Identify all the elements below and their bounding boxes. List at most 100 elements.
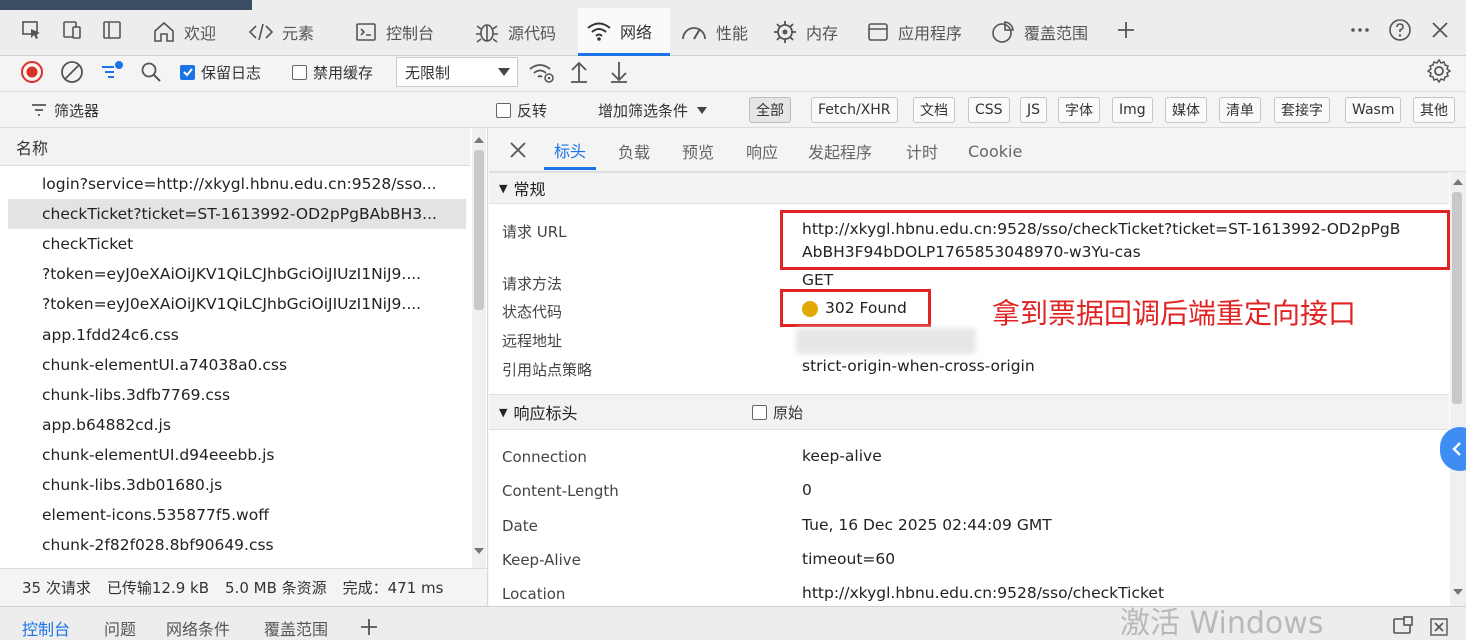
header-value: timeout=60 <box>802 550 896 568</box>
throttling-select[interactable]: 无限制 <box>396 57 518 87</box>
tab-performance[interactable]: 性能 <box>672 8 756 56</box>
filter-type-fetch-xhr[interactable]: Fetch/XHR <box>811 97 898 123</box>
drawer-tab-coverage[interactable]: 覆盖范围 <box>264 616 328 640</box>
tab-headers[interactable]: 标头 <box>544 132 597 170</box>
inspect-element-icon[interactable] <box>18 16 46 44</box>
general-section-header[interactable]: ▼ 常规 <box>489 172 1449 204</box>
request-count: 35 次请求 <box>22 579 91 597</box>
wifi-settings-icon <box>529 64 554 83</box>
filter-type-font[interactable]: 字体 <box>1058 97 1100 123</box>
tab-application[interactable]: 应用程序 <box>858 8 970 56</box>
more-options-icon[interactable] <box>1346 16 1374 44</box>
preserve-log-checkbox[interactable]: 保留日志 <box>180 59 261 85</box>
request-row[interactable]: chunk-libs.3dfb7769.css <box>8 380 466 410</box>
close-devtools-icon[interactable] <box>1426 16 1454 44</box>
filter-type-other[interactable]: 其他 <box>1413 97 1455 123</box>
filter-type-wasm[interactable]: Wasm <box>1345 97 1402 123</box>
tab-preview[interactable]: 预览 <box>672 132 724 170</box>
close-drawer-icon[interactable] <box>1430 618 1448 636</box>
detail-scroll-thumb[interactable] <box>1452 192 1462 404</box>
filter-toggle-button[interactable] <box>100 58 126 84</box>
upload-icon <box>571 61 587 83</box>
invert-checkbox[interactable]: 反转 <box>496 97 547 123</box>
record-button[interactable] <box>20 59 44 85</box>
dock-sidebar-icon[interactable] <box>98 16 126 44</box>
drawer-tab-network-conditions[interactable]: 网络条件 <box>166 616 230 640</box>
request-row[interactable]: chunk-elementUI.a74038a0.css <box>8 350 466 380</box>
scroll-up-arrow-icon[interactable] <box>473 136 485 144</box>
windows-activation-watermark: 激活 Windows <box>1120 606 1324 640</box>
download-icon <box>611 62 627 83</box>
request-row[interactable]: chunk-libs.3db01680.js <box>8 470 466 500</box>
tab-payload[interactable]: 负载 <box>608 132 660 170</box>
request-url-key: 请求 URL <box>502 223 567 241</box>
search-button[interactable] <box>140 59 162 85</box>
request-list-scroll-thumb[interactable] <box>474 150 484 310</box>
code-icon <box>248 23 274 41</box>
more-filters-label: 增加筛选条件 <box>598 101 689 120</box>
tab-label: 欢迎 <box>184 24 217 43</box>
add-tab-icon[interactable] <box>1112 16 1140 44</box>
tab-label: 覆盖范围 <box>1024 24 1089 43</box>
checkbox-checked-icon <box>180 64 195 80</box>
scroll-up-arrow-icon[interactable] <box>1452 178 1464 186</box>
tab-initiator[interactable]: 发起程序 <box>798 132 882 170</box>
request-row[interactable]: chunk-2f82f028.8bf90649.css <box>8 530 466 560</box>
console-icon <box>356 23 376 41</box>
clear-button[interactable] <box>60 59 84 85</box>
tab-label: 网络 <box>620 22 653 42</box>
filter-type-img[interactable]: Img <box>1112 97 1153 123</box>
more-filters-dropdown[interactable]: 增加筛选条件 <box>598 97 708 123</box>
filter-type-all[interactable]: 全部 <box>749 97 791 123</box>
request-row[interactable]: checkTicket <box>8 229 466 259</box>
filter-type-manifest[interactable]: 清单 <box>1219 97 1261 123</box>
tab-elements[interactable]: 元素 <box>240 8 322 56</box>
tab-coverage[interactable]: 覆盖范围 <box>982 8 1096 56</box>
filter-type-js[interactable]: JS <box>1020 97 1048 123</box>
header-key: Content-Length <box>502 482 619 500</box>
disable-cache-checkbox[interactable]: 禁用缓存 <box>292 59 373 85</box>
network-conditions-button[interactable] <box>528 59 556 85</box>
request-row[interactable]: ?token=eyJ0eXAiOiJKV1QiLCJhbGciOiJIUzI1N… <box>8 289 466 319</box>
general-title: 常规 <box>513 180 546 199</box>
device-toolbar-icon[interactable] <box>58 16 86 44</box>
tab-cookies[interactable]: Cookie <box>958 132 1032 170</box>
request-row[interactable]: element-icons.535877f5.woff <box>8 500 466 530</box>
filter-type-websocket[interactable]: 套接字 <box>1274 97 1330 123</box>
request-row[interactable]: chunk-elementUI.d94eeebb.js <box>8 440 466 470</box>
request-row[interactable]: app.1fdd24c6.css <box>8 320 466 350</box>
scroll-down-arrow-icon[interactable] <box>1452 588 1464 596</box>
import-har-button[interactable] <box>568 59 590 85</box>
request-row-selected[interactable]: checkTicket?ticket=ST-1613992-OD2pPgBAbB… <box>8 199 466 229</box>
raw-headers-checkbox[interactable]: 原始 <box>752 399 803 425</box>
filter-input[interactable]: 筛选器 <box>30 97 99 123</box>
help-icon[interactable] <box>1386 16 1414 44</box>
scroll-down-arrow-icon[interactable] <box>473 547 485 555</box>
gauge-icon <box>682 27 706 40</box>
tab-response[interactable]: 响应 <box>736 132 788 170</box>
request-row[interactable]: app.b64882cd.js <box>8 410 466 440</box>
tab-label: 性能 <box>716 24 749 43</box>
header-value: keep-alive <box>802 447 882 465</box>
filter-type-css[interactable]: CSS <box>968 97 1010 123</box>
close-detail-icon[interactable] <box>508 140 528 160</box>
request-row[interactable]: ?token=eyJ0eXAiOiJKV1QiLCJhbGciOiJIUzI1N… <box>8 259 466 289</box>
tab-welcome[interactable]: 欢迎 <box>144 8 224 56</box>
response-headers-section-header[interactable]: ▼ 响应标头 <box>489 394 1449 430</box>
request-row[interactable]: login?service=http://xkygl.hbnu.edu.cn:9… <box>8 169 466 199</box>
name-column-header[interactable]: 名称 <box>0 128 470 166</box>
tab-sources[interactable]: 源代码 <box>466 8 564 56</box>
add-drawer-tab-icon[interactable] <box>360 618 378 636</box>
tab-console[interactable]: 控制台 <box>346 8 442 56</box>
drawer-tab-issues[interactable]: 问题 <box>104 616 136 640</box>
tab-memory[interactable]: 内存 <box>764 8 846 56</box>
tab-network[interactable]: 网络 <box>578 8 670 56</box>
drawer-tab-console[interactable]: 控制台 <box>22 616 70 640</box>
filter-type-media[interactable]: 媒体 <box>1165 97 1207 123</box>
network-settings-button[interactable] <box>1426 58 1452 84</box>
dock-bottom-icon[interactable] <box>1392 616 1414 636</box>
tab-timing[interactable]: 计时 <box>896 132 948 170</box>
export-har-button[interactable] <box>608 59 630 85</box>
dropdown-caret-icon <box>498 68 510 76</box>
filter-type-doc[interactable]: 文档 <box>913 97 955 123</box>
